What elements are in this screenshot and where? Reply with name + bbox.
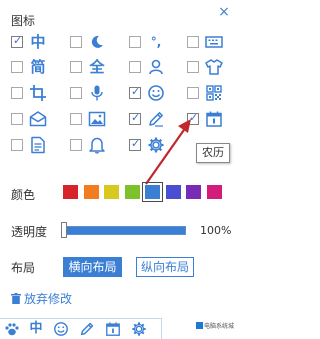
opacity-slider-track[interactable] bbox=[63, 226, 186, 235]
icon-option-document[interactable] bbox=[11, 136, 69, 156]
toolbar-settings-panel: 图标 × ✓ 中 °, 简 全 ✓ ✓ ✓ ✓ 农历 颜色 透明度 100% 布… bbox=[0, 0, 242, 318]
color-label: 颜色 bbox=[11, 188, 36, 202]
bell-icon bbox=[88, 136, 106, 154]
smiley-icon[interactable] bbox=[53, 321, 69, 337]
icon-option-qrcode[interactable] bbox=[187, 84, 245, 104]
checkbox[interactable]: ✓ bbox=[11, 34, 23, 48]
checkbox[interactable] bbox=[70, 113, 82, 125]
icon-option-image[interactable] bbox=[70, 110, 128, 130]
opacity-slider-handle[interactable] bbox=[61, 222, 67, 238]
icon-option-chinese[interactable]: ✓ 中 bbox=[11, 33, 69, 53]
icon-option-punctuation[interactable]: °, bbox=[129, 33, 187, 53]
checkbox[interactable] bbox=[187, 36, 199, 48]
paw-icon[interactable] bbox=[4, 321, 20, 337]
mail-icon bbox=[29, 110, 47, 128]
icon-option-calendar[interactable]: ✓ bbox=[187, 110, 245, 130]
chinese-char-icon[interactable]: 中 bbox=[28, 321, 44, 337]
icon-option-bell[interactable] bbox=[70, 136, 128, 156]
document-icon bbox=[29, 136, 47, 154]
watermark-logo bbox=[196, 322, 203, 329]
trash-icon bbox=[11, 293, 21, 304]
icon-option-user[interactable] bbox=[129, 58, 187, 78]
checkbox[interactable] bbox=[70, 139, 82, 151]
checkbox[interactable] bbox=[11, 61, 23, 73]
simplified-icon: 简 bbox=[30, 58, 46, 76]
icon-option-microphone[interactable] bbox=[70, 84, 128, 104]
layout-label: 布局 bbox=[11, 261, 36, 275]
skin-icon bbox=[205, 58, 223, 76]
icon-option-crop[interactable] bbox=[11, 84, 69, 104]
full-width-icon: 全 bbox=[89, 58, 105, 76]
opacity-value: 100% bbox=[200, 224, 232, 237]
icons-section-title: 图标 bbox=[11, 14, 36, 28]
checkbox[interactable] bbox=[70, 36, 82, 48]
microphone-icon bbox=[88, 84, 106, 102]
calendar-icon bbox=[205, 110, 223, 128]
calendar-icon[interactable] bbox=[105, 321, 121, 337]
gear-icon[interactable] bbox=[131, 321, 147, 337]
checkbox[interactable] bbox=[129, 36, 141, 48]
icon-option-moon[interactable] bbox=[70, 33, 128, 53]
pencil-icon bbox=[147, 110, 165, 128]
close-icon[interactable]: × bbox=[217, 5, 231, 19]
discard-changes-label: 放弃修改 bbox=[24, 292, 73, 306]
opacity-label: 透明度 bbox=[11, 225, 48, 239]
watermark: 电脑系统城 bbox=[196, 321, 234, 330]
tooltip-lunar: 农历 bbox=[196, 143, 230, 163]
checkbox[interactable] bbox=[11, 139, 23, 151]
punctuation-icon: °, bbox=[150, 35, 162, 49]
checkbox[interactable]: ✓ bbox=[129, 137, 141, 151]
checkbox[interactable]: ✓ bbox=[129, 111, 141, 125]
checkbox[interactable] bbox=[129, 61, 141, 73]
icon-option-full-width[interactable]: 全 bbox=[70, 58, 128, 78]
color-swatch[interactable] bbox=[186, 185, 201, 199]
moon-icon bbox=[88, 33, 106, 51]
gear-icon bbox=[147, 136, 165, 154]
color-swatch[interactable] bbox=[206, 185, 222, 199]
checkbox[interactable]: ✓ bbox=[129, 85, 141, 99]
checkbox[interactable] bbox=[187, 61, 199, 73]
color-swatch[interactable] bbox=[142, 182, 163, 202]
color-swatch[interactable] bbox=[63, 185, 78, 199]
icon-option-mail[interactable] bbox=[11, 110, 69, 130]
color-swatch[interactable] bbox=[104, 185, 119, 199]
ime-toolbar: 中 bbox=[0, 318, 162, 339]
icon-option-skin[interactable] bbox=[187, 58, 245, 78]
checkbox[interactable] bbox=[11, 87, 23, 99]
icon-option-smiley[interactable]: ✓ bbox=[129, 84, 187, 104]
checkbox[interactable] bbox=[11, 113, 23, 125]
image-icon bbox=[88, 110, 106, 128]
discard-changes-button[interactable]: 放弃修改 bbox=[11, 290, 72, 307]
chinese-char-icon: 中 bbox=[30, 33, 46, 51]
color-swatch[interactable] bbox=[165, 185, 181, 199]
checkbox[interactable] bbox=[187, 87, 199, 99]
checkbox[interactable] bbox=[70, 61, 82, 73]
qrcode-icon bbox=[205, 84, 223, 102]
color-swatch[interactable] bbox=[83, 185, 99, 199]
icon-option-keyboard[interactable] bbox=[187, 33, 245, 53]
crop-icon bbox=[29, 84, 47, 102]
icon-option-simplified[interactable]: 简 bbox=[11, 58, 69, 78]
checkbox[interactable]: ✓ bbox=[187, 111, 199, 125]
color-swatch[interactable] bbox=[124, 185, 140, 199]
horizontal-layout-button[interactable]: 横向布局 bbox=[63, 257, 122, 277]
user-icon bbox=[147, 58, 165, 76]
vertical-layout-button[interactable]: 纵向布局 bbox=[136, 257, 194, 277]
checkbox[interactable] bbox=[70, 87, 82, 99]
smiley-icon bbox=[147, 84, 165, 102]
icon-option-gear[interactable]: ✓ bbox=[129, 136, 187, 156]
pencil-icon[interactable] bbox=[79, 321, 95, 337]
keyboard-icon bbox=[205, 33, 223, 51]
icon-option-pencil[interactable]: ✓ bbox=[129, 110, 187, 130]
